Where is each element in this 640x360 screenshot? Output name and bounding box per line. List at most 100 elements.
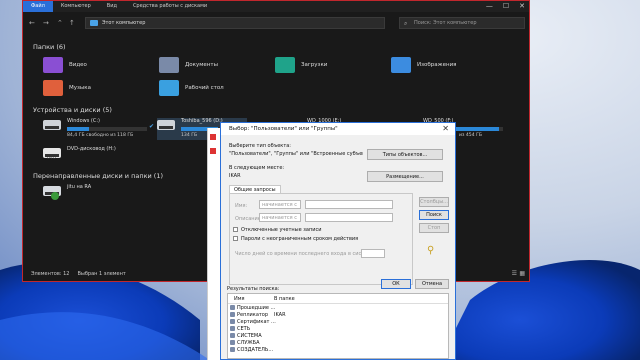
ribbon-menu: Файл Компьютер Вид Средства работы с дис… xyxy=(23,1,529,12)
menu-drive-tools[interactable]: Средства работы с дисками xyxy=(125,1,215,12)
result-row[interactable]: Репликатор IKAR xyxy=(230,311,286,318)
menu-file[interactable]: Файл xyxy=(23,1,53,12)
dialog-close-button[interactable]: ✕ xyxy=(442,124,449,133)
address-row: ← → ⌃ ↑ Этот компьютер ⌕ Поиск: Этот ком… xyxy=(23,15,529,31)
folder-label: Музыка xyxy=(69,85,91,91)
drive-name: Windows (C:) xyxy=(67,118,100,124)
folder-music[interactable]: Музыка xyxy=(43,80,91,96)
select-users-dialog: Выбор: "Пользователи" или "Группы" ✕ Выб… xyxy=(220,122,456,360)
days-since-logon-label: Число дней со времени последнего входа в… xyxy=(235,251,376,257)
tiles-view-icon[interactable]: ▦ xyxy=(519,270,525,277)
result-name: СЕТЬ xyxy=(237,325,251,332)
documents-folder-icon xyxy=(159,57,179,73)
dvd-label: DVD xyxy=(47,155,56,160)
folder-documents[interactable]: Документы xyxy=(159,57,218,73)
location-button[interactable]: Размещение... xyxy=(367,171,443,182)
address-text: Этот компьютер xyxy=(102,20,146,26)
selected-count: Выбран 1 элемент xyxy=(77,271,126,277)
this-pc-icon xyxy=(90,20,98,26)
result-row[interactable]: СИСТЕМА xyxy=(230,332,262,339)
desktop-folder-icon xyxy=(159,80,179,96)
folder-desktop[interactable]: Рабочий стол xyxy=(159,80,224,96)
checkbox-icon: ✔ xyxy=(149,123,155,130)
network-drive[interactable]: jitu на RA xyxy=(43,184,153,204)
network-status-icon xyxy=(51,192,59,200)
details-view-icon[interactable]: ☰ xyxy=(512,270,517,277)
forward-arrow-icon[interactable]: → xyxy=(43,19,49,27)
columns-button[interactable]: Столбцы... xyxy=(419,197,449,207)
result-row[interactable]: СОЗДАТЕЛЬ... xyxy=(230,346,273,353)
folder-video[interactable]: Видео xyxy=(43,57,87,73)
object-type-value: "Пользователи", "Группы" или "Встроенные… xyxy=(227,150,363,160)
recent-chevron-icon[interactable]: ⌃ xyxy=(57,19,63,27)
hard-drive-icon xyxy=(43,120,61,130)
drive-free-space: из 454 ГБ xyxy=(459,133,483,138)
music-folder-icon xyxy=(43,80,63,96)
object-types-button[interactable]: Типы объектов... xyxy=(367,149,443,160)
network-header[interactable]: Перенаправленные диски и папки (1) xyxy=(33,172,163,180)
folder-label: Изображения xyxy=(417,62,457,68)
name-input[interactable] xyxy=(305,200,393,209)
description-input[interactable] xyxy=(305,213,393,222)
search-results-label: Результаты поиска: xyxy=(227,286,280,292)
result-name: СИСТЕМА xyxy=(237,332,262,339)
folder-downloads[interactable]: Загрузки xyxy=(275,57,327,73)
find-now-button[interactable]: Поиск xyxy=(419,210,449,220)
folder-label: Документы xyxy=(185,62,218,68)
minimize-button[interactable]: — xyxy=(486,2,493,10)
menu-computer[interactable]: Компьютер xyxy=(53,1,99,12)
folders-header[interactable]: Папки (6) xyxy=(33,43,66,51)
pictures-folder-icon xyxy=(391,57,411,73)
result-folder: IKAR xyxy=(274,311,286,318)
folder-pictures[interactable]: Изображения xyxy=(391,57,456,73)
group-icon xyxy=(230,340,235,345)
stacked-window-icon xyxy=(210,148,216,154)
stacked-window-icon xyxy=(210,134,216,140)
folder-label: Видео xyxy=(69,62,87,68)
close-button[interactable]: ✕ xyxy=(519,2,525,10)
ok-button[interactable]: ОК xyxy=(381,279,411,289)
result-row[interactable]: СЕТЬ xyxy=(230,325,250,332)
location-label: В следующем месте: xyxy=(229,165,285,171)
back-arrow-icon[interactable]: ← xyxy=(29,19,35,27)
maximize-button[interactable]: ☐ xyxy=(503,2,509,10)
menu-view[interactable]: Вид xyxy=(99,1,125,12)
group-icon xyxy=(230,312,235,317)
search-box[interactable]: ⌕ Поиск: Этот компьютер xyxy=(399,17,525,29)
result-row[interactable]: Прошедшие ... xyxy=(230,304,275,311)
result-row[interactable]: Сертификат ... xyxy=(230,318,276,325)
group-icon xyxy=(230,305,235,310)
up-arrow-icon[interactable]: ↑ xyxy=(69,19,75,27)
result-name: Прошедшие ... xyxy=(237,304,276,311)
dialog-titlebar: Выбор: "Пользователи" или "Группы" ✕ xyxy=(221,123,455,135)
result-name: СОЗДАТЕЛЬ... xyxy=(237,346,274,353)
result-name: Сертификат ... xyxy=(237,318,276,325)
description-operator-select[interactable]: начинается с xyxy=(259,213,301,222)
disabled-accounts-checkbox[interactable] xyxy=(233,227,238,232)
search-placeholder: Поиск: Этот компьютер xyxy=(414,20,477,26)
column-header-folder[interactable]: В папке xyxy=(274,296,295,302)
object-type-label: Выберите тип объекта: xyxy=(229,143,291,149)
folder-label: Загрузки xyxy=(301,62,328,68)
column-header-name[interactable]: Имя xyxy=(234,296,245,302)
drives-header[interactable]: Устройства и диски (5) xyxy=(33,106,112,114)
hard-drive-icon xyxy=(157,120,175,130)
drive-dvd[interactable]: DVD-дисковод (H:) DVD xyxy=(43,146,153,166)
results-header: Имя В папке xyxy=(228,294,448,304)
cancel-button[interactable]: Отмена xyxy=(415,279,449,289)
days-since-logon-select[interactable] xyxy=(361,249,385,258)
stop-button[interactable]: Стоп xyxy=(419,223,449,233)
location-value: IKAR xyxy=(227,172,363,182)
search-results-list[interactable]: Имя В папке Прошедшие ... Репликатор IKAR… xyxy=(227,293,449,359)
name-label: Имя: xyxy=(235,203,248,209)
name-operator-select[interactable]: начинается с xyxy=(259,200,301,209)
result-name: Репликатор xyxy=(237,311,269,318)
result-row[interactable]: СЛУЖБА xyxy=(230,339,260,346)
nonexpiring-password-checkbox[interactable] xyxy=(233,236,238,241)
address-bar[interactable]: Этот компьютер xyxy=(85,17,385,29)
drive-c[interactable]: Windows (C:) 84,4 ГБ свободно из 118 ГБ xyxy=(43,118,153,140)
drive-name: Toshiba_596 (D:) xyxy=(181,118,223,124)
group-icon xyxy=(230,319,235,324)
status-bar: Элементов: 12 Выбран 1 элемент xyxy=(31,271,126,277)
search-magnifier-icon: ⚲ xyxy=(427,245,435,256)
